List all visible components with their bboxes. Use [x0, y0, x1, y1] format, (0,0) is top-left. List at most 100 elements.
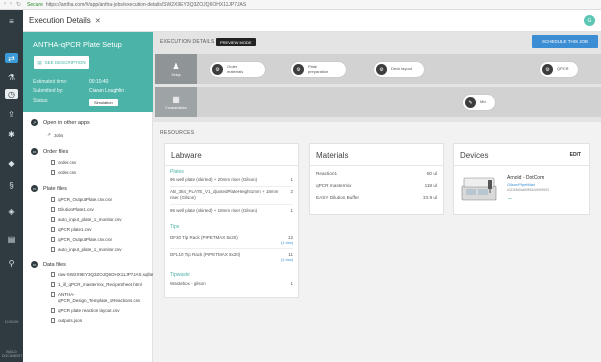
file-name: qPCR_OutputPlate.csv.csv: [58, 197, 112, 202]
devices-title: Devices: [460, 151, 489, 160]
file-item[interactable]: order.csv: [51, 170, 76, 175]
tab-setup[interactable]: ♟ Setup: [155, 54, 197, 84]
see-description-button[interactable]: ▤ SEE DESCRIPTION: [34, 56, 89, 69]
gear-icon: ⚙: [542, 64, 553, 75]
gear-icon: ⚙: [376, 64, 387, 75]
forward-icon[interactable]: ›: [10, 1, 12, 8]
browser-bar: ‹ › ↻ Secure https://antha.com/#/app/ant…: [0, 0, 601, 10]
tipwaste-label: Tipwaste: [170, 272, 190, 278]
file-icon: [51, 207, 55, 212]
file-item[interactable]: order.csv: [51, 160, 76, 165]
gear-icon: ⚙: [212, 64, 223, 75]
file-item[interactable]: auto_input_plate_1_monitor.csv: [51, 247, 122, 252]
file-item[interactable]: qPCR plate1.csv: [51, 227, 92, 232]
gear-icon: ⚙: [293, 64, 304, 75]
file-icon: [51, 308, 55, 313]
file-item[interactable]: DilutionPlate1.csv: [51, 207, 94, 212]
open-icon: ↗: [31, 119, 38, 126]
tab-consumables[interactable]: ▦ Consumables: [155, 87, 197, 117]
submitted-by-row: Submitted by: Ciaran Loughlin: [33, 88, 124, 94]
step-order-materials[interactable]: ⚙ Order materials: [210, 62, 265, 77]
flask-icon[interactable]: ⚗: [5, 72, 18, 82]
jobs-link[interactable]: ↗ Jobs: [47, 132, 63, 138]
file-item[interactable]: 1_ill_qPCR_mastermix_RecipeSheet.html: [51, 282, 142, 287]
labware-name: DFL10 Tip Rack (PIPETMAX 8x20): [170, 252, 241, 257]
data-files-label: Data files: [43, 261, 66, 268]
print-icon[interactable]: ▤: [5, 234, 18, 244]
file-icon: [51, 272, 55, 277]
schedule-job-button[interactable]: SCHEDULE THIS JOB: [532, 35, 598, 48]
devices-card: Devices EDIT Arnold - DotCom GilsonPipet…: [453, 143, 590, 215]
close-icon[interactable]: ✕: [95, 17, 101, 25]
diamond-icon[interactable]: ◆: [5, 158, 18, 168]
menu-icon[interactable]: ≡: [5, 16, 18, 26]
left-panel: ANTHA-qPCR Plate Setup ▤ SEE DESCRIPTION…: [23, 32, 153, 362]
folder-icon: ▭: [31, 261, 38, 268]
step-label: Plate preparation: [308, 64, 329, 74]
file-name: order.csv: [58, 160, 77, 165]
rail-time: 10:30:00: [4, 320, 19, 324]
page-title: Execution Details: [29, 16, 91, 25]
file-icon: [51, 217, 55, 222]
status-label: Status:: [33, 98, 49, 104]
file-item[interactable]: qPCR_OutputPlate.csv.csv: [51, 197, 112, 202]
divider: [170, 186, 293, 187]
material-name: qPCR mastermix: [316, 183, 352, 188]
avatar[interactable]: G: [584, 15, 595, 26]
code-icon[interactable]: §: [5, 180, 18, 190]
back-icon[interactable]: ‹: [4, 1, 6, 8]
step-label: QPCR: [557, 66, 569, 72]
step-plate-preparation[interactable]: ⚙ Plate preparation: [291, 62, 346, 77]
step-label: Mix: [480, 99, 487, 105]
pipetting-robot-image: [461, 177, 497, 201]
file-icon: [51, 237, 55, 242]
material-name: EASY Dilution Buffer: [316, 195, 360, 200]
divider: [170, 204, 293, 205]
file-item[interactable]: qPCR plate reaction layout.csv: [51, 308, 120, 313]
layers-icon[interactable]: ◈: [5, 206, 18, 216]
file-name: outputs.json: [58, 318, 83, 323]
file-name: qPCR_Design_Template_1Reactions.csv: [58, 298, 141, 303]
material-amount: 33.9 ul: [422, 195, 437, 200]
edit-button[interactable]: EDIT: [570, 152, 581, 158]
step-qpcr[interactable]: ⚙ QPCR: [540, 62, 578, 77]
see-description-label: SEE DESCRIPTION: [44, 60, 86, 65]
tree-icon[interactable]: ⚲: [5, 258, 18, 268]
plate-files-label: Plate files: [43, 185, 67, 192]
order-files-section: ▭ Order files: [31, 148, 68, 155]
status-badge: Simulation: [89, 99, 118, 106]
upload-icon[interactable]: ⇪: [5, 109, 18, 119]
labware-row: Wastebox - gilson 1: [170, 281, 293, 287]
settings-icon[interactable]: ✱: [5, 129, 18, 139]
material-name: Reaction1: [316, 171, 338, 176]
file-item[interactable]: raw-SW2X9EY3Q3ZOJQ6OHX11JP7JAS.sqlite: [51, 272, 153, 277]
file-item[interactable]: auto_input_plate_1_monitor.csv: [51, 217, 122, 222]
material-amount: 118 ul: [424, 183, 437, 188]
plates-label: Plates: [170, 169, 184, 175]
arrow-icon: ↗: [47, 132, 51, 137]
labware-count: 1: [290, 208, 293, 213]
labware-row: AB_384_PLATE_V1_djustedPlateHeight1mm + …: [170, 189, 284, 200]
reload-icon[interactable]: ↻: [16, 1, 21, 8]
step-mix[interactable]: ✎ Mix: [463, 95, 495, 110]
folder-icon: ▭: [31, 185, 38, 192]
url-field[interactable]: https://antha.com/#/app/antha-jobs/execu…: [46, 2, 246, 8]
plate-setup-title: ANTHA-qPCR Plate Setup: [33, 40, 122, 49]
labware-count: 11: [288, 252, 293, 257]
file-name: ANTHA-: [58, 292, 75, 297]
labware-row: 96 well plate (skirted) + 20mm riser (Gi…: [170, 177, 293, 183]
workflow-icon[interactable]: ⇄: [5, 53, 18, 63]
file-icon: [51, 197, 55, 202]
box-count: (1 box): [281, 258, 293, 262]
file-name-continued[interactable]: qPCR_Design_Template_1Reactions.csv: [58, 298, 140, 303]
clock-icon[interactable]: ◷: [5, 89, 18, 99]
labware-row: 96 well plate (skirted) + 18mm riser (Gi…: [170, 208, 293, 214]
file-item[interactable]: outputs.json: [51, 318, 82, 323]
device-model: GilsonPipetMax: [507, 182, 536, 187]
file-item[interactable]: ANTHA-: [51, 292, 75, 297]
pipette-icon: ✎: [465, 97, 476, 108]
file-name: DilutionPlate1.csv: [58, 207, 94, 212]
secure-label: Secure: [27, 1, 43, 8]
step-deck-layout[interactable]: ⚙ Deck layout: [374, 62, 424, 77]
file-item[interactable]: qPCR_OutputPlate.csv.csv: [51, 237, 112, 242]
